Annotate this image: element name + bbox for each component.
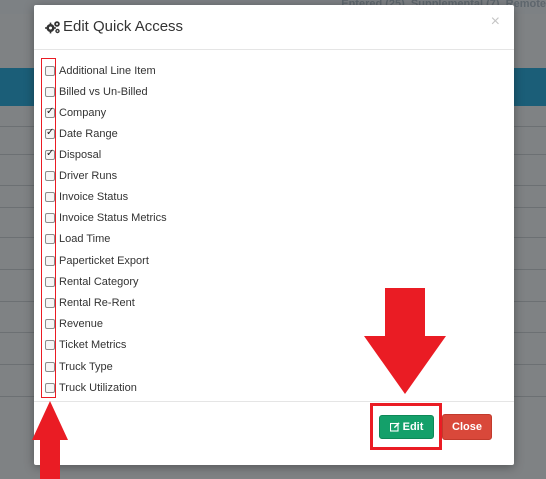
quick-access-item-label: Rental Category bbox=[59, 276, 139, 288]
quick-access-item-label: Additional Line Item bbox=[59, 65, 156, 77]
arrow-up-icon bbox=[32, 401, 68, 479]
quick-access-item-label: Load Time bbox=[59, 233, 111, 245]
quick-access-item-label: Billed vs Un-Billed bbox=[59, 86, 148, 98]
quick-access-item-label: Revenue bbox=[59, 318, 104, 330]
modal-footer-divider bbox=[34, 401, 514, 402]
quick-access-item[interactable]: Paperticket Export bbox=[45, 252, 149, 270]
edit-button-highlight bbox=[370, 403, 442, 450]
quick-access-item[interactable]: Invoice Status bbox=[45, 188, 128, 206]
close-icon[interactable]: × bbox=[491, 13, 500, 31]
quick-access-item-label: Driver Runs bbox=[59, 170, 118, 182]
arrow-down-icon bbox=[364, 288, 446, 394]
quick-access-item[interactable]: Truck Utilization bbox=[45, 379, 137, 397]
quick-access-item-label: Date Range bbox=[59, 128, 118, 140]
edit-quick-access-modal: Edit Quick Access × Additional Line Item… bbox=[34, 5, 514, 465]
quick-access-item-label: Invoice Status Metrics bbox=[59, 212, 167, 224]
quick-access-item-label: Disposal bbox=[59, 149, 102, 161]
quick-access-item-label: Company bbox=[59, 107, 107, 119]
gears-icon bbox=[45, 21, 60, 34]
quick-access-item-label: Rental Re-Rent bbox=[59, 297, 135, 309]
close-button[interactable]: Close bbox=[442, 414, 492, 440]
quick-access-item-label: Truck Utilization bbox=[59, 382, 137, 394]
quick-access-item[interactable]: Rental Re-Rent bbox=[45, 294, 135, 312]
quick-access-item-label: Paperticket Export bbox=[59, 255, 149, 267]
modal-title: Edit Quick Access bbox=[63, 18, 184, 35]
close-button-label: Close bbox=[452, 421, 482, 433]
quick-access-item[interactable]: Additional Line Item bbox=[45, 62, 156, 80]
quick-access-item-label: Truck Type bbox=[59, 361, 113, 373]
quick-access-item[interactable]: Invoice Status Metrics bbox=[45, 209, 167, 227]
quick-access-item[interactable]: Billed vs Un-Billed bbox=[45, 83, 148, 101]
quick-access-item[interactable]: Rental Category bbox=[45, 273, 139, 291]
quick-access-item-label: Invoice Status bbox=[59, 191, 129, 203]
quick-access-item-label: Ticket Metrics bbox=[59, 339, 127, 351]
modal-header: Edit Quick Access × bbox=[34, 5, 514, 50]
checkbox-column-highlight bbox=[41, 58, 56, 398]
quick-access-item[interactable]: Ticket Metrics bbox=[45, 336, 126, 354]
